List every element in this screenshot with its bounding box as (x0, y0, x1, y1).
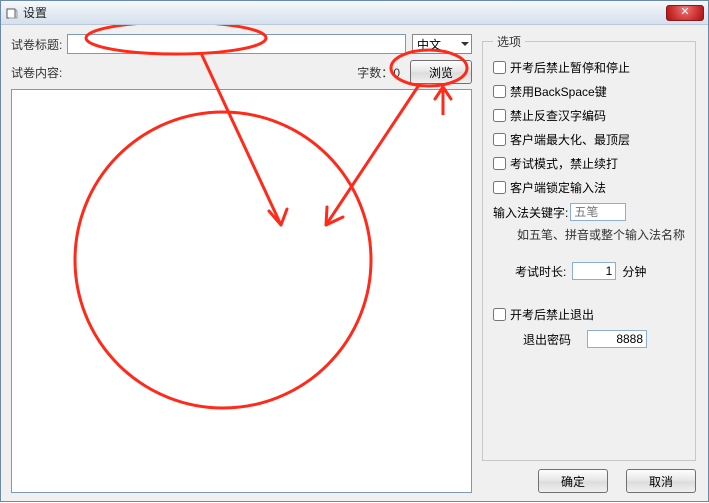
exit-password-row: 退出密码 (493, 329, 685, 349)
checkbox-forbid-exit[interactable] (493, 308, 506, 321)
checkbox-label: 客户端锁定输入法 (510, 179, 606, 196)
cancel-button[interactable]: 取消 (626, 469, 696, 493)
exit-password-label: 退出密码 (523, 331, 571, 348)
app-icon (5, 6, 19, 20)
check-disable-backspace: 禁用BackSpace键 (493, 82, 685, 100)
ime-keyword-label: 输入法关键字: (493, 204, 568, 221)
close-icon: ✕ (680, 7, 689, 18)
right-pane: 选项 开考后禁止暂停和停止 禁用BackSpace键 禁止反查汉字编码 客户端最… (480, 33, 698, 493)
ime-keyword-input[interactable] (570, 203, 626, 221)
content-label: 试卷内容: (11, 64, 67, 81)
chevron-down-icon (461, 42, 469, 46)
check-disable-pause: 开考后禁止暂停和停止 (493, 58, 685, 76)
options-group: 选项 开考后禁止暂停和停止 禁用BackSpace键 禁止反查汉字编码 客户端最… (482, 33, 696, 461)
checkbox-label: 禁用BackSpace键 (510, 83, 607, 100)
check-disable-lookup: 禁止反查汉字编码 (493, 106, 685, 124)
exit-password-input[interactable] (587, 330, 647, 348)
checkbox-exam-mode[interactable] (493, 157, 506, 170)
checkbox-label: 禁止反查汉字编码 (510, 107, 606, 124)
left-pane: 试卷标题: 中文 试卷内容: 字数：0 浏览 (11, 33, 472, 493)
settings-window: 设置 ✕ 试卷标题: 中文 试卷内容: 字数：0 浏览 (0, 0, 709, 502)
checkbox-maximize[interactable] (493, 133, 506, 146)
check-lock-ime: 客户端锁定输入法 (493, 178, 685, 196)
check-maximize: 客户端最大化、最顶层 (493, 130, 685, 148)
duration-label: 考试时长: (515, 263, 566, 280)
language-selected: 中文 (417, 36, 441, 53)
duration-row: 考试时长: 分钟 (493, 261, 685, 281)
ime-keyword-row: 输入法关键字: (493, 202, 685, 222)
dialog-footer: 确定 取消 (480, 469, 698, 493)
client-area: 试卷标题: 中文 试卷内容: 字数：0 浏览 选项 (1, 25, 708, 501)
duration-unit: 分钟 (622, 263, 646, 280)
checkbox-label: 开考后禁止暂停和停止 (510, 59, 630, 76)
window-title: 设置 (23, 4, 666, 21)
content-textarea[interactable] (11, 89, 472, 493)
duration-input[interactable] (572, 262, 616, 280)
check-forbid-exit: 开考后禁止退出 (493, 305, 685, 323)
checkbox-label: 开考后禁止退出 (510, 306, 594, 323)
checkbox-label: 考试模式，禁止续打 (510, 155, 618, 172)
title-input[interactable] (67, 34, 406, 54)
checkbox-disable-lookup[interactable] (493, 109, 506, 122)
check-exam-mode: 考试模式，禁止续打 (493, 154, 685, 172)
close-button[interactable]: ✕ (666, 5, 704, 21)
browse-button[interactable]: 浏览 (410, 60, 472, 84)
checkbox-label: 客户端最大化、最顶层 (510, 131, 630, 148)
title-row: 试卷标题: 中文 (11, 33, 472, 55)
checkbox-disable-pause[interactable] (493, 61, 506, 74)
options-legend: 选项 (493, 33, 525, 50)
language-select[interactable]: 中文 (412, 34, 472, 54)
ok-button[interactable]: 确定 (538, 469, 608, 493)
titlebar: 设置 ✕ (1, 1, 708, 25)
char-count: 字数：0 (357, 64, 400, 81)
content-header-row: 试卷内容: 字数：0 浏览 (11, 61, 472, 83)
checkbox-disable-backspace[interactable] (493, 85, 506, 98)
checkbox-lock-ime[interactable] (493, 181, 506, 194)
ime-hint: 如五笔、拼音或整个输入法名称 (517, 226, 685, 243)
title-label: 试卷标题: (11, 36, 67, 53)
